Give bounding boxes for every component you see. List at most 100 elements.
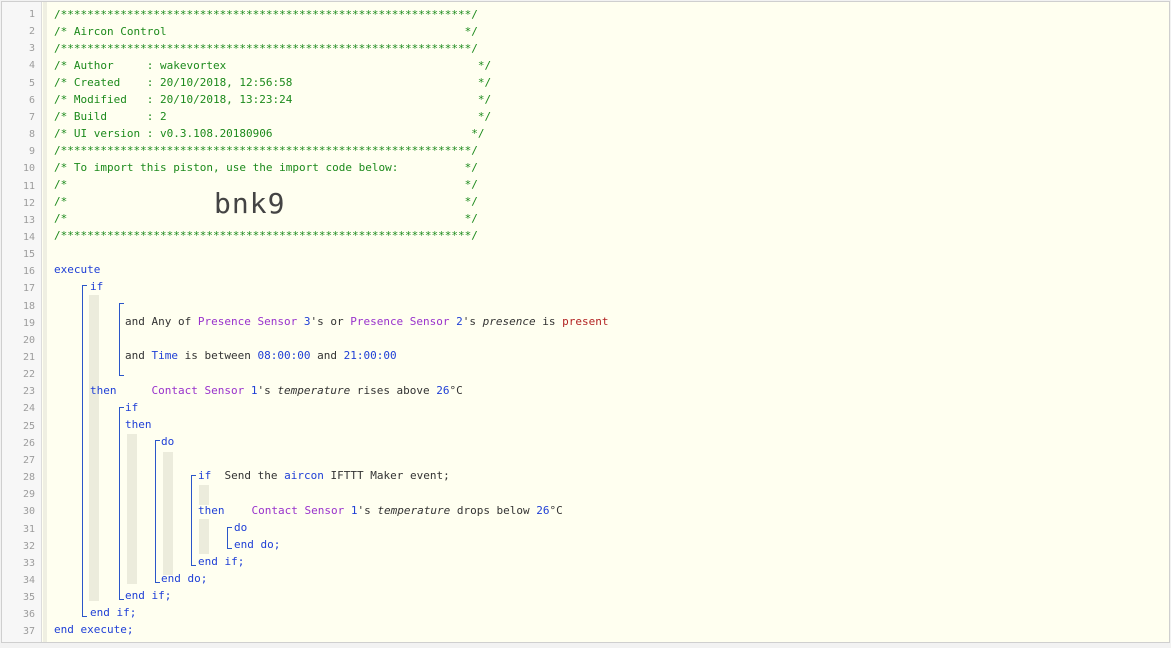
- do-bracket: [155, 440, 156, 583]
- bracket-tick: [119, 303, 124, 304]
- line-number: 18: [22, 300, 35, 312]
- line-number: 8: [28, 129, 35, 141]
- if-keyword[interactable]: if: [125, 399, 138, 416]
- end-if-keyword[interactable]: end if;: [125, 587, 171, 604]
- line-number: 31: [22, 523, 35, 535]
- line-number: 27: [22, 454, 35, 466]
- send-statement[interactable]: Send the aircon IFTTT Maker event;: [198, 450, 450, 482]
- condition-time[interactable]: Time is between 08:00:00 and 21:00:00: [125, 330, 397, 362]
- header-author: /* Author : wakevortex */: [54, 59, 492, 72]
- time-value: 08:00:00: [257, 349, 311, 362]
- header-stars: /***************************************…: [54, 229, 478, 242]
- end-if-keyword[interactable]: end if;: [198, 553, 244, 570]
- line-number: 17: [22, 283, 35, 295]
- temperature-unit: °C: [449, 384, 463, 397]
- indent-guide: [89, 295, 99, 601]
- then-keyword[interactable]: then: [125, 416, 152, 433]
- do-keyword[interactable]: do: [161, 433, 174, 450]
- header-title: /* Aircon Control */: [54, 25, 478, 38]
- indent-guide: [199, 519, 209, 554]
- indent-guide: [127, 434, 137, 584]
- end-if-keyword[interactable]: end if;: [90, 604, 136, 621]
- condition-text: is: [535, 315, 563, 328]
- condition-presence[interactable]: Any of Presence Sensor 3's or Presence S…: [125, 296, 609, 328]
- line-number: 24: [22, 403, 35, 415]
- variable-name[interactable]: Time: [152, 349, 179, 362]
- bracket-tick: [191, 565, 196, 566]
- gutter-strip: [43, 2, 47, 642]
- end-do-keyword[interactable]: end do;: [161, 570, 207, 587]
- execute-keyword[interactable]: execute: [54, 261, 100, 278]
- attribute-name: presence: [482, 315, 536, 328]
- condition-value: present: [562, 315, 609, 328]
- line-number: 28: [22, 472, 35, 484]
- do-keyword[interactable]: do: [234, 519, 247, 536]
- line-number: 23: [22, 386, 35, 398]
- line-number: 1: [28, 9, 35, 20]
- line-number-gutter: 1 2 3 4 5 6 7 8 9 10 11 12 13 14 15 16 17 18 19 20 21 22 23 24 2…: [2, 2, 42, 642]
- condition-temperature[interactable]: Contact Sensor 1's temperature rises abo…: [125, 365, 463, 397]
- line-number: 11: [22, 180, 35, 192]
- line-number: 3: [28, 43, 35, 55]
- condition-temperature[interactable]: Contact Sensor 1's temperature drops bel…: [225, 485, 563, 517]
- condition-text: 's or: [310, 315, 351, 328]
- condition-text: rises above: [350, 384, 437, 397]
- device-name[interactable]: Presence Sensor: [350, 315, 456, 328]
- line-number: 6: [28, 94, 35, 106]
- line-number: 33: [22, 557, 35, 569]
- condition-text: 's: [462, 315, 483, 328]
- line-number: 30: [22, 506, 35, 518]
- condition-text: drops below: [450, 504, 537, 517]
- line-number: 37: [22, 626, 35, 638]
- line-number: 35: [22, 592, 35, 604]
- device-name[interactable]: Contact Sensor: [252, 504, 351, 517]
- line-number: 19: [22, 317, 35, 329]
- indent-guide: [163, 452, 173, 575]
- bracket-tick: [155, 582, 160, 583]
- bracket-tick: [82, 616, 87, 617]
- bracket-tick: [82, 285, 87, 286]
- inner-if-bracket: [119, 407, 120, 600]
- device-name[interactable]: Presence Sensor: [198, 315, 304, 328]
- header-build: /* Build : 2 */: [54, 110, 492, 123]
- import-code[interactable]: bnk9: [214, 187, 285, 221]
- line-number: 36: [22, 609, 35, 621]
- line-number: 26: [22, 437, 35, 449]
- temperature-unit: °C: [549, 504, 563, 517]
- line-number: 32: [22, 540, 35, 552]
- line-number: 14: [22, 231, 35, 243]
- attribute-name: temperature: [377, 504, 451, 517]
- and-operator[interactable]: and: [125, 313, 145, 330]
- line-number: 25: [22, 420, 35, 432]
- if-keyword[interactable]: if: [198, 467, 211, 484]
- header-modified: /* Modified : 20/10/2018, 13:23:24 */: [54, 93, 492, 106]
- bracket-tick: [191, 475, 196, 476]
- and-operator[interactable]: and: [125, 347, 145, 364]
- end-do-keyword[interactable]: end do;: [234, 536, 280, 553]
- device-name[interactable]: Contact Sensor: [152, 384, 251, 397]
- nested-if-bracket: [191, 475, 192, 566]
- bracket-tick: [119, 375, 124, 376]
- line-number: 7: [28, 111, 35, 123]
- if-keyword[interactable]: if: [90, 278, 103, 295]
- event-name: aircon: [284, 469, 324, 482]
- line-number: 21: [22, 352, 35, 363]
- line-number: 29: [22, 489, 35, 501]
- line-number: 20: [22, 334, 35, 346]
- line-number: 10: [22, 163, 35, 175]
- then-keyword[interactable]: then: [198, 502, 225, 519]
- time-value: 21:00:00: [343, 349, 397, 362]
- line-number: 16: [22, 266, 35, 278]
- attribute-name: temperature: [277, 384, 351, 397]
- end-execute-keyword[interactable]: end execute;: [54, 621, 133, 638]
- statement-text: Send the: [224, 469, 285, 482]
- condition-text: is between: [178, 349, 258, 362]
- line-number: 22: [22, 369, 35, 381]
- then-keyword[interactable]: then: [90, 382, 117, 399]
- condition-text: 's: [357, 504, 378, 517]
- header-stars: /***************************************…: [54, 8, 478, 21]
- line-number: 13: [22, 214, 35, 226]
- temperature-value: 26: [536, 504, 550, 517]
- code-editor[interactable]: 1 2 3 4 5 6 7 8 9 10 11 12 13 14 15 16 17 18 19 20 21 22 23 24 2…: [1, 1, 1170, 643]
- bracket-tick: [155, 440, 160, 441]
